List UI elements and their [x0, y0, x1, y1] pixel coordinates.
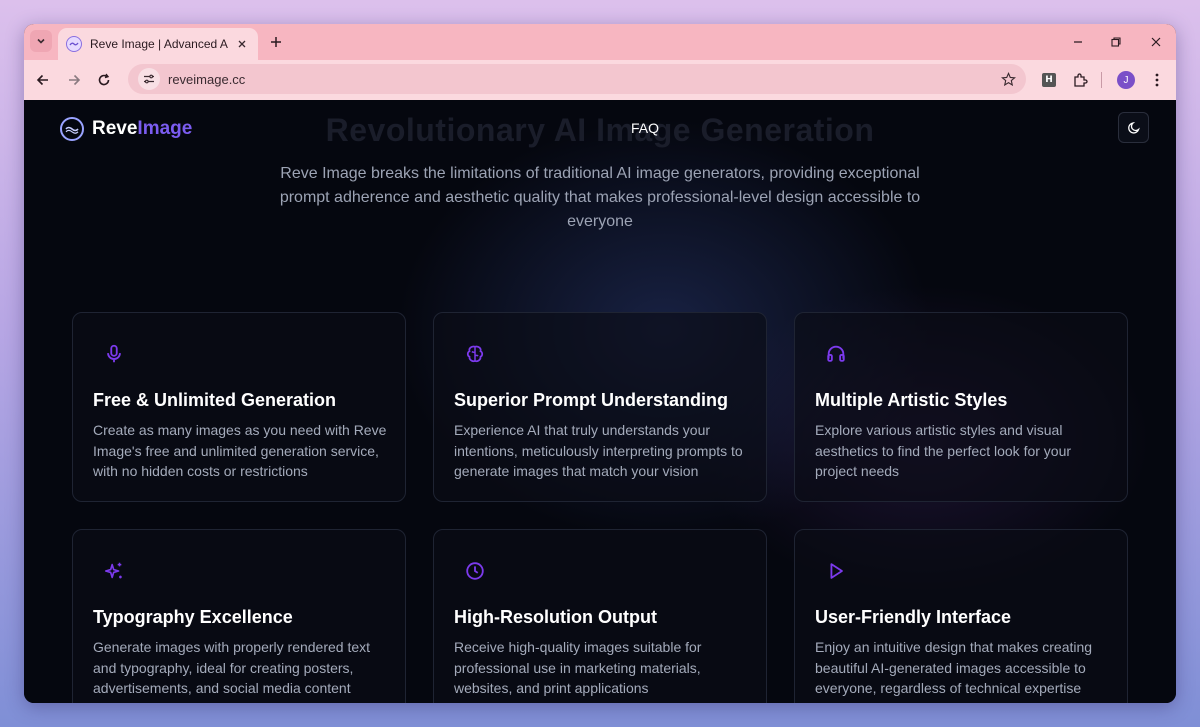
site-logo[interactable]: ReveImage [60, 117, 192, 141]
url-text: reveimage.cc [168, 71, 246, 87]
tab-search-button[interactable] [30, 30, 52, 52]
reload-button[interactable] [94, 70, 114, 90]
forward-button[interactable] [64, 70, 84, 90]
extension-h-button[interactable]: H [1039, 70, 1059, 90]
tab-close-icon[interactable] [234, 36, 250, 52]
minimize-button[interactable] [1068, 32, 1088, 52]
restore-icon [1111, 37, 1121, 47]
feature-description: Enjoy an intuitive design that makes cre… [815, 639, 1093, 696]
sparkles-icon [104, 562, 122, 579]
headphones-icon [827, 345, 845, 362]
feature-title: Multiple Artistic Styles [815, 390, 1008, 410]
theme-toggle-button[interactable] [1118, 112, 1149, 143]
bookmark-star-icon[interactable] [1001, 71, 1016, 87]
site-header: Revolutionary AI Image Generation ReveIm… [24, 100, 1176, 158]
logo-wave-icon [60, 117, 84, 141]
tab-title: Reve Image | Advanced AI Imag [90, 37, 228, 51]
tab-bar: Reve Image | Advanced AI Imag [24, 24, 1176, 60]
site-info-icon[interactable] [138, 68, 160, 90]
feature-title: High-Resolution Output [454, 607, 657, 627]
close-icon [1151, 37, 1161, 47]
feature-card: Multiple Artistic Styles Explore various… [794, 312, 1128, 502]
arrow-left-icon [36, 74, 48, 86]
hero-subtitle: Reve Image breaks the limitations of tra… [279, 165, 921, 230]
address-bar[interactable]: reveimage.cc [128, 64, 1026, 94]
feature-title: User-Friendly Interface [815, 607, 1012, 627]
feature-card: User-Friendly Interface Enjoy an intuiti… [794, 529, 1128, 703]
clock-icon [466, 562, 484, 580]
hero-title-behind-header: Revolutionary AI Image Generation [325, 112, 875, 148]
logo-text: ReveImage [92, 118, 192, 140]
feature-title: Superior Prompt Understanding [454, 390, 729, 410]
logo-text-accent: Image [137, 118, 193, 139]
new-tab-button[interactable] [266, 32, 286, 52]
extension-h-icon: H [1042, 73, 1056, 87]
minimize-icon [1074, 41, 1082, 43]
avatar: J [1117, 71, 1135, 89]
feature-description: Receive high-quality images suitable for… [454, 639, 702, 696]
more-vertical-icon [1155, 73, 1159, 87]
extensions-button[interactable] [1070, 70, 1090, 90]
back-button[interactable] [33, 70, 53, 90]
microphone-icon [107, 344, 121, 363]
nav-link-faq[interactable]: FAQ [631, 120, 659, 136]
browser-window: Reve Image | Advanced AI Imag [24, 24, 1176, 703]
feature-title: Typography Excellence [93, 607, 293, 627]
plus-icon [271, 37, 281, 47]
close-window-button[interactable] [1146, 32, 1166, 52]
feature-description: Experience AI that truly understands you… [454, 422, 743, 479]
restore-button[interactable] [1106, 32, 1126, 52]
browser-toolbar: reveimage.cc H J [24, 60, 1176, 100]
logo-text-primary: Reve [92, 118, 138, 139]
brain-icon [466, 345, 484, 363]
arrow-right-icon [69, 74, 81, 86]
chevron-down-icon [37, 38, 45, 44]
feature-title: Free & Unlimited Generation [93, 390, 337, 410]
moon-icon [1127, 121, 1140, 134]
web-page: Revolutionary AI Image Generation ReveIm… [24, 100, 1176, 703]
feature-description: Generate images with properly rendered t… [93, 639, 371, 696]
feature-card: Superior Prompt Understanding Experience… [433, 312, 767, 502]
feature-card: High-Resolution Output Receive high-qual… [433, 529, 767, 703]
browser-tab-active[interactable]: Reve Image | Advanced AI Imag [58, 28, 258, 60]
feature-description: Create as many images as you need with R… [93, 422, 387, 479]
profile-button[interactable]: J [1116, 70, 1136, 90]
feature-card: Typography Excellence Generate images wi… [72, 529, 406, 703]
reload-icon [98, 73, 110, 86]
site-favicon-icon [66, 36, 82, 52]
play-icon [830, 563, 843, 579]
feature-card: Free & Unlimited Generation Create as ma… [72, 312, 406, 502]
browser-menu-button[interactable] [1147, 70, 1167, 90]
puzzle-icon [1074, 73, 1088, 87]
feature-description: Explore various artistic styles and visu… [815, 422, 1072, 479]
toolbar-divider [1101, 72, 1102, 88]
